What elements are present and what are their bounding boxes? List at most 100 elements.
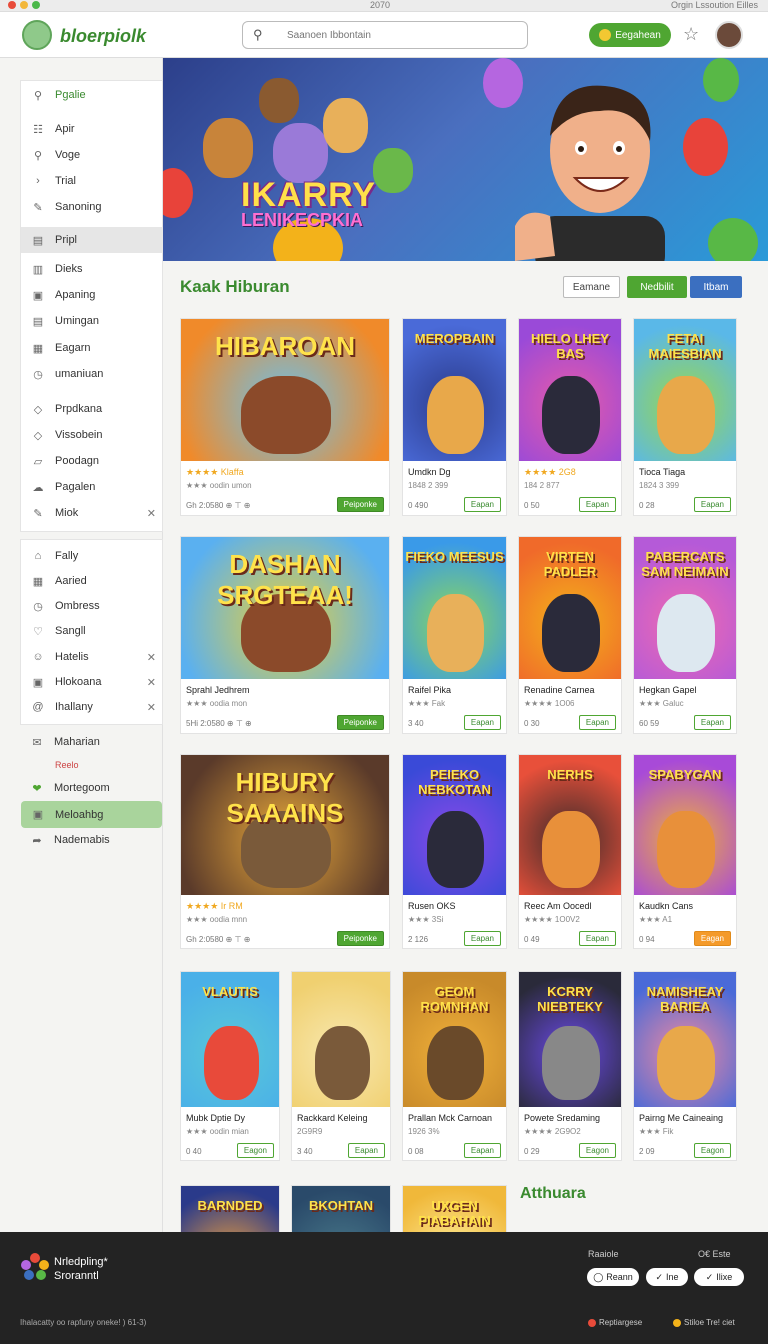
hero-banner[interactable]: IKARRY LENIKECPKIA <box>163 58 768 261</box>
game-thumbnail[interactable]: HIBURY SAAAINS <box>181 755 389 895</box>
game-card[interactable]: HIBAROAN ★★★★ Klaffa ★★★ oodin umon Gh 2:05… <box>180 318 390 516</box>
game-thumbnail[interactable]: VIRTEN PADLER <box>519 537 621 679</box>
game-thumbnail[interactable]: HIELO LHEY BAS <box>519 319 621 461</box>
game-card[interactable]: GEOM ROMNHAN Prallan Mck Carnoan 1926 3% 0… <box>402 971 507 1161</box>
sidebar-item-poodagn[interactable]: ▱ Poodagn <box>21 449 164 473</box>
close-dot-icon[interactable] <box>8 1 16 9</box>
game-card[interactable]: NERHS Reec Am Oocedl ★★★★ 1O0V2 0 49 Eapan <box>518 754 622 949</box>
card-action-button[interactable]: Eapan <box>463 715 501 730</box>
close-icon[interactable]: ✕ <box>147 676 156 689</box>
footer-link-raaiole[interactable]: Raaiole <box>588 1249 619 1259</box>
close-icon[interactable]: ✕ <box>147 651 156 664</box>
game-thumbnail[interactable]: HIBAROAN <box>181 319 389 461</box>
card-action-button[interactable]: Eagon <box>578 1143 616 1158</box>
game-card[interactable]: DASHAN SRGTEAA! Sprahl Jedhrem ★★★ oodia m… <box>180 536 390 734</box>
game-card[interactable]: FETAI MAIESBIAN Tioca Tiaga 1824 3 399 0 28… <box>633 318 737 516</box>
card-action-button[interactable]: Eapan <box>463 1143 501 1158</box>
minimize-dot-icon[interactable] <box>20 1 28 9</box>
game-card[interactable]: NAMISHEAY BARIEA Pairng Me Caineaing ★★★ F… <box>633 971 737 1161</box>
card-action-button[interactable]: Eapan <box>463 931 501 946</box>
footer-bottom-link1[interactable]: Reptiargese <box>588 1318 642 1327</box>
game-card[interactable]: BARNDED <box>180 1185 280 1311</box>
game-thumbnail[interactable]: FIEKO MEESUS <box>403 537 506 679</box>
sidebar-item-pgalie[interactable]: ⚲ Pgalie <box>21 83 164 107</box>
game-thumbnail[interactable]: NAMISHEAY BARIEA <box>634 972 736 1107</box>
logo-avatar[interactable] <box>22 20 52 50</box>
game-card[interactable]: PABERCATS SAM NEIMAIN Hegkan Gapel ★★★ Gal… <box>633 536 737 734</box>
sidebar-item-voge[interactable]: ⚲ Voge <box>21 143 164 167</box>
game-thumbnail[interactable]: SPABYGAN <box>634 755 736 895</box>
sidebar-item-fally[interactable]: ⌂ Fally <box>21 544 164 568</box>
game-thumbnail[interactable]: VLAUTIS <box>181 972 279 1107</box>
sidebar-item-umaniuan[interactable]: ◷ umaniuan <box>21 362 164 386</box>
game-card[interactable]: HIBURY SAAAINS ★★★★ Ir RM ★★★ oodia mnn Gh … <box>180 754 390 949</box>
card-action-button[interactable]: Eapan <box>347 1143 385 1158</box>
sidebar-item-prpdkana[interactable]: ◇ Prpdkana <box>21 397 164 421</box>
sidebar-item-eagarn[interactable]: ▦ Eagarn <box>21 336 164 360</box>
sidebar-item-apaning[interactable]: ▣ Apaning <box>21 283 164 307</box>
sidebar-item-maharian[interactable]: ✉ Maharian <box>20 730 163 754</box>
footer-pill-ine[interactable]: ✓ Ine <box>646 1268 688 1286</box>
sidebar-item-ombress[interactable]: ◷ Ombress <box>21 594 164 618</box>
close-icon[interactable]: ✕ <box>147 701 156 714</box>
card-action-button[interactable]: Eapan <box>578 931 616 946</box>
sidebar-item-vissobein[interactable]: ◇ Vissobein <box>21 423 164 447</box>
sidebar-item-sangll[interactable]: ♡ Sangll <box>21 619 164 643</box>
footer-link-este[interactable]: O€ Este <box>698 1249 731 1259</box>
sidebar-item-umingan[interactable]: ▤ Umingan <box>21 309 164 333</box>
sidebar-item-ihallany[interactable]: @ Ihallany ✕ <box>21 695 164 719</box>
game-thumbnail[interactable]: MEROPBAIN <box>403 319 506 461</box>
card-action-button[interactable]: Eapan <box>693 715 731 730</box>
sidebar-item-hatelis[interactable]: ☺ Hatelis ✕ <box>21 645 164 669</box>
sidebar-item-dieks[interactable]: ▥ Dieks <box>21 257 164 281</box>
footer-bottom-link2[interactable]: Stiloe Tre! ciet <box>673 1318 735 1327</box>
card-action-button[interactable]: Eapan <box>693 497 731 512</box>
game-card[interactable]: UXGEN PIABAHAIN <box>402 1185 507 1311</box>
game-thumbnail[interactable]: NERHS <box>519 755 621 895</box>
card-action-button[interactable]: Eagon <box>236 1143 274 1158</box>
favorite-star-icon[interactable]: ☆ <box>683 24 699 45</box>
game-card[interactable]: VLAUTIS Mubk Dptie Dy ★★★ oodin mian 0 40 Ea… <box>180 971 280 1161</box>
sidebar-item-pagalen[interactable]: ☁ Pagalen <box>21 475 164 499</box>
card-action-button[interactable]: Eagon <box>693 1143 731 1158</box>
sidebar-item-hlokoana[interactable]: ▣ Hlokoana ✕ <box>21 670 164 694</box>
game-card[interactable]: MEROPBAIN Umdkn Dg 1848 2 399 0 490 Eapan <box>402 318 507 516</box>
filter-button-itbam[interactable]: Itbam <box>690 276 742 298</box>
footer-pill-reann[interactable]: ◯ Reann <box>587 1268 639 1286</box>
game-card[interactable]: BKOHTAN <box>291 1185 391 1311</box>
game-card[interactable]: PEIEKO NEBKOTAN Rusen OKS ★★★ 3Si 2 126 Eapa… <box>402 754 507 949</box>
header-cta-button[interactable]: Eegahean <box>589 23 671 47</box>
card-action-button[interactable]: Peiponke <box>336 931 384 946</box>
filter-button-nedbilit[interactable]: Nedbilit <box>627 276 687 298</box>
sidebar-item-sanoning[interactable]: ✎ Sanoning <box>21 195 164 219</box>
sidebar-item-aaried[interactable]: ▦ Aaried <box>21 569 164 593</box>
sidebar-item-mortegoom[interactable]: ❤ Mortegoom <box>20 776 163 800</box>
game-thumbnail[interactable]: GEOM ROMNHAN <box>403 972 506 1107</box>
game-card[interactable]: FIEKO MEESUS Raifel Pika ★★★ Fak 3 40 Eapan <box>402 536 507 734</box>
card-action-button[interactable]: Peiponke <box>336 497 384 512</box>
sidebar-item-nademabis[interactable]: ➦ Nademabis <box>20 828 163 852</box>
game-card[interactable]: KCRRY NIEBTEKY Powete Sredaming ★★★★ 2G9O2… <box>518 971 622 1161</box>
search-box[interactable]: ⚲ <box>242 21 528 49</box>
game-thumbnail[interactable]: PEIEKO NEBKOTAN <box>403 755 506 895</box>
game-thumbnail[interactable] <box>292 972 390 1107</box>
footer-pill-ilixe[interactable]: ✓ Ilixe <box>694 1268 744 1286</box>
game-thumbnail[interactable]: FETAI MAIESBIAN <box>634 319 736 461</box>
game-card[interactable]: Rackkard Keleing 2G9R9 3 40 Eapan <box>291 971 391 1161</box>
card-action-button[interactable]: Eapan <box>578 715 616 730</box>
logo-text[interactable]: bloerpiolk <box>60 26 146 47</box>
card-action-button[interactable]: Peiponke <box>336 715 384 730</box>
maximize-dot-icon[interactable] <box>32 1 40 9</box>
game-card[interactable]: VIRTEN PADLER Renadine Carnea ★★★★ 1O06 0 3… <box>518 536 622 734</box>
game-thumbnail[interactable]: KCRRY NIEBTEKY <box>519 972 621 1107</box>
sidebar-item-meloahbg[interactable]: ▣ Meloahbg <box>21 801 162 828</box>
card-action-button[interactable]: Eapan <box>463 497 501 512</box>
game-card[interactable]: SPABYGAN Kaudkn Cans ★★★ A1 0 94 Eagan <box>633 754 737 949</box>
sidebar-item-apir[interactable]: ☷ Apir <box>21 117 164 141</box>
game-card[interactable]: HIELO LHEY BAS ★★★★ 2G8 184 2 877 0 50 Eapan <box>518 318 622 516</box>
search-input[interactable] <box>287 27 517 43</box>
game-thumbnail[interactable]: PABERCATS SAM NEIMAIN <box>634 537 736 679</box>
sidebar-item-pripl[interactable]: ▤ Pripl <box>21 227 164 253</box>
close-icon[interactable]: ✕ <box>147 507 156 520</box>
sidebar-item-miok[interactable]: ✎ Miok ✕ <box>21 501 164 525</box>
